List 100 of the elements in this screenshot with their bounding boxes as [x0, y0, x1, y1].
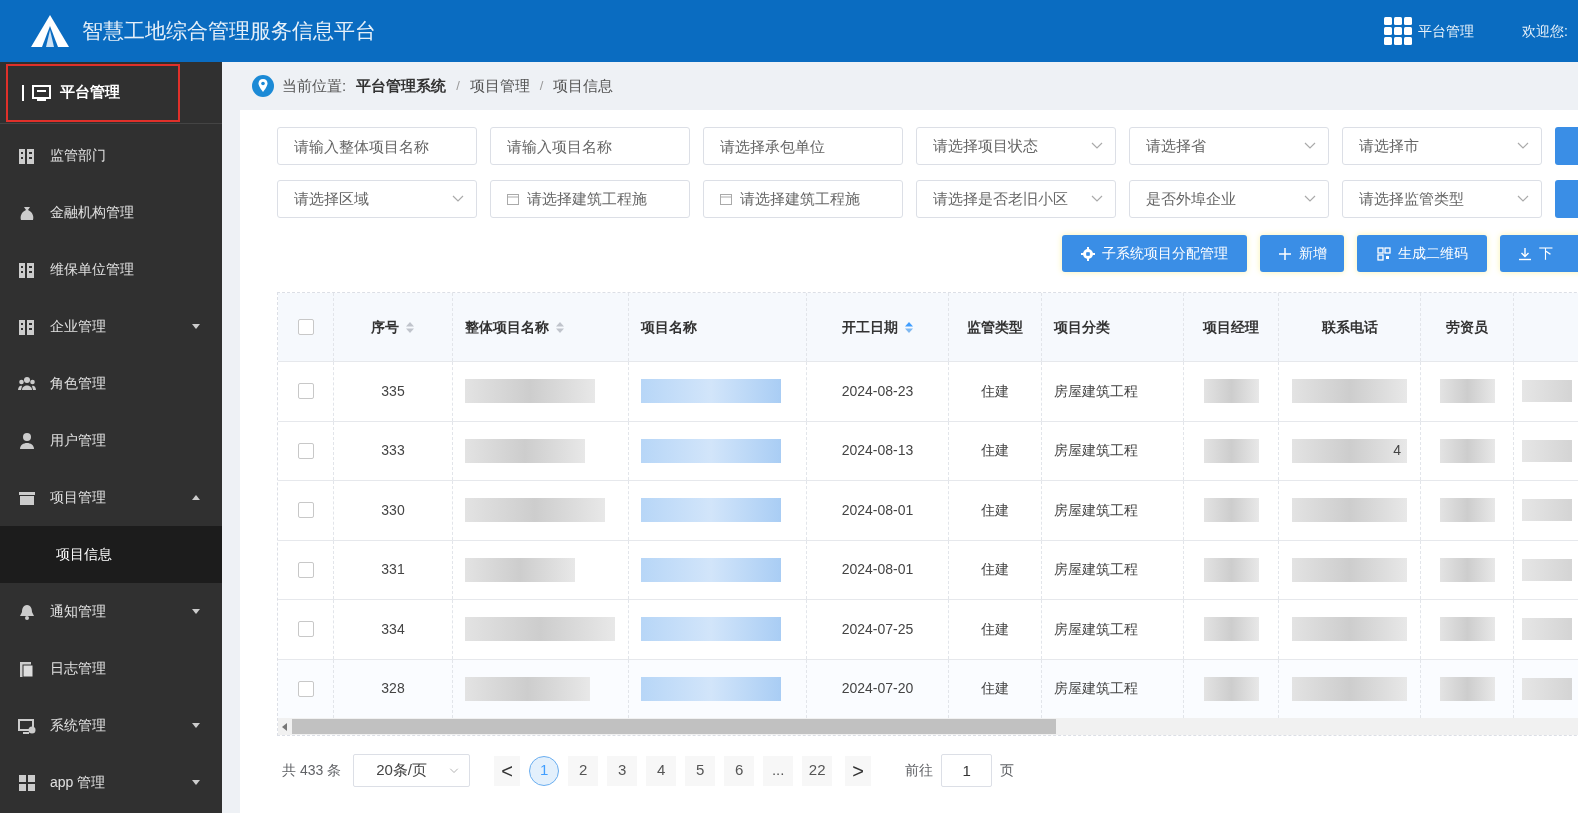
welcome-text: 欢迎您: — [1522, 21, 1568, 41]
column-header[interactable]: 劳资员 — [1446, 316, 1488, 338]
page-button[interactable]: 22 — [802, 755, 833, 786]
app-title: 智慧工地综合管理服务信息平台 — [82, 18, 376, 45]
blurred-link[interactable] — [641, 557, 781, 582]
column-header[interactable]: 项目分类 — [1054, 316, 1110, 338]
blurred-text — [1522, 677, 1572, 700]
sidebar-item[interactable]: 企业管理 — [0, 298, 222, 355]
sort-icon[interactable] — [405, 320, 415, 334]
previous-page-button[interactable]: < — [494, 755, 521, 786]
breadcrumb-link[interactable]: 平台管理系统 — [356, 74, 447, 98]
blurred-link[interactable] — [641, 498, 781, 523]
sidebar-item[interactable]: 角色管理 — [0, 355, 222, 412]
sidebar-item[interactable]: 金融机构管理 — [0, 184, 222, 241]
location-label: 当前位置: — [282, 75, 347, 96]
blurred-text — [1439, 498, 1495, 523]
blurred-text — [1439, 617, 1495, 642]
blurred-text — [1522, 380, 1572, 403]
sort-icon[interactable] — [555, 320, 565, 334]
checkbox[interactable] — [297, 319, 314, 335]
input-field[interactable]: 请输入整体项目名称 — [277, 127, 477, 165]
breadcrumb-link[interactable]: 项目管理 — [469, 74, 530, 98]
blurred-link[interactable] — [641, 379, 781, 404]
column-header[interactable]: 联系电话 — [1321, 316, 1378, 338]
chevron-down-icon — [452, 195, 464, 203]
checkbox[interactable] — [297, 680, 314, 697]
table-cell-text: 住建 — [981, 500, 1009, 520]
page-button[interactable]: 5 — [685, 755, 716, 786]
column-header[interactable]: 序号 — [371, 316, 399, 338]
gear-icon — [1081, 246, 1095, 261]
breadcrumb-separator: / — [539, 77, 544, 96]
column-header[interactable]: 整体项目名称 — [465, 316, 549, 338]
sidebar-item[interactable]: 监管部门 — [0, 127, 222, 184]
sort-icon[interactable] — [903, 320, 914, 334]
goto-label: 前往 — [905, 761, 934, 780]
qr-code-icon — [1376, 246, 1391, 261]
building-icon — [18, 317, 36, 336]
select-field[interactable]: 请选择区域 — [277, 180, 477, 218]
triangle-logo-icon — [30, 14, 70, 48]
blurred-text — [1522, 439, 1572, 462]
column-header[interactable]: 开工日期 — [841, 316, 898, 338]
sidebar-item[interactable]: 日志管理 — [0, 640, 222, 697]
column-header[interactable]: 项目经理 — [1203, 316, 1259, 338]
select-field[interactable]: 是否外埠企业 — [1129, 180, 1329, 218]
checkbox[interactable] — [297, 561, 314, 578]
checkbox[interactable] — [297, 502, 314, 519]
select-field[interactable]: 请选择是否老旧小区 — [916, 180, 1116, 218]
sidebar-item[interactable]: 系统管理 — [0, 697, 222, 754]
horizontal-scrollbar[interactable] — [278, 718, 1578, 735]
page-button[interactable]: 3 — [607, 755, 638, 786]
sidebar-item[interactable]: 通知管理 — [0, 583, 222, 640]
sidebar-item[interactable]: 项目管理 — [0, 469, 222, 526]
platform-menu-button[interactable]: 平台管理 — [1384, 17, 1475, 45]
blurred-text — [1203, 676, 1259, 701]
table-cell-text: 住建 — [981, 560, 1009, 580]
page-size-select[interactable]: 20条/页 — [353, 754, 471, 787]
table-cell-text: 房屋建筑工程 — [1054, 381, 1138, 401]
blurred-text — [1522, 618, 1572, 641]
column-header[interactable]: 项目名称 — [641, 316, 697, 338]
blurred-text — [1522, 558, 1572, 581]
input-field[interactable]: 请输入项目名称 — [490, 127, 690, 165]
plus-icon — [1277, 246, 1292, 261]
input-field[interactable]: 请选择承包单位 — [703, 127, 903, 165]
checkbox[interactable] — [297, 621, 314, 638]
scrollbar-thumb[interactable] — [292, 719, 1056, 734]
date-field[interactable]: 请选择建筑工程施 — [703, 180, 903, 218]
chevron-down-icon — [1304, 142, 1316, 150]
blurred-link[interactable] — [641, 617, 781, 642]
sidebar-item[interactable]: 用户管理 — [0, 412, 222, 469]
blurred-link[interactable] — [641, 438, 781, 463]
select-field[interactable]: 请选择省 — [1129, 127, 1329, 165]
table-cell-text: 2024-08-01 — [841, 500, 914, 520]
page-button[interactable]: ... — [763, 755, 794, 786]
table-cell-text: 房屋建筑工程 — [1054, 441, 1138, 461]
chevron-down-icon — [1517, 142, 1529, 150]
next-page-button[interactable]: > — [845, 755, 872, 786]
blurred-link[interactable] — [641, 676, 781, 701]
sidebar-item[interactable]: app 管理 — [0, 754, 222, 811]
location-pin-icon — [252, 75, 274, 97]
breadcrumb-link[interactable]: 项目信息 — [553, 74, 614, 98]
page-button[interactable]: 2 — [568, 755, 599, 786]
page-button[interactable]: 4 — [646, 755, 677, 786]
chevron-down-icon — [1304, 195, 1316, 203]
chevron-down-icon — [449, 767, 460, 774]
table-cell-text: 住建 — [981, 441, 1009, 461]
sidebar-title[interactable]: 平台管理 — [6, 63, 180, 122]
table-cell-text: 房屋建筑工程 — [1054, 560, 1138, 580]
select-field[interactable]: 请选择项目状态 — [916, 127, 1116, 165]
checkbox[interactable] — [297, 383, 314, 400]
date-field[interactable]: 请选择建筑工程施 — [490, 180, 690, 218]
chevron-down-icon — [1091, 142, 1103, 150]
sidebar-item[interactable]: 维保单位管理 — [0, 241, 222, 298]
monitor-icon — [22, 83, 52, 102]
select-field[interactable]: 请选择市 — [1342, 127, 1542, 165]
page-number-input[interactable]: 1 — [941, 754, 993, 787]
select-field[interactable]: 请选择监管类型 — [1342, 180, 1542, 218]
checkbox[interactable] — [297, 442, 314, 459]
column-header[interactable]: 监管类型 — [967, 316, 1023, 338]
sidebar-subitem[interactable]: 项目信息 — [0, 526, 222, 583]
page-button[interactable]: 6 — [724, 755, 755, 786]
